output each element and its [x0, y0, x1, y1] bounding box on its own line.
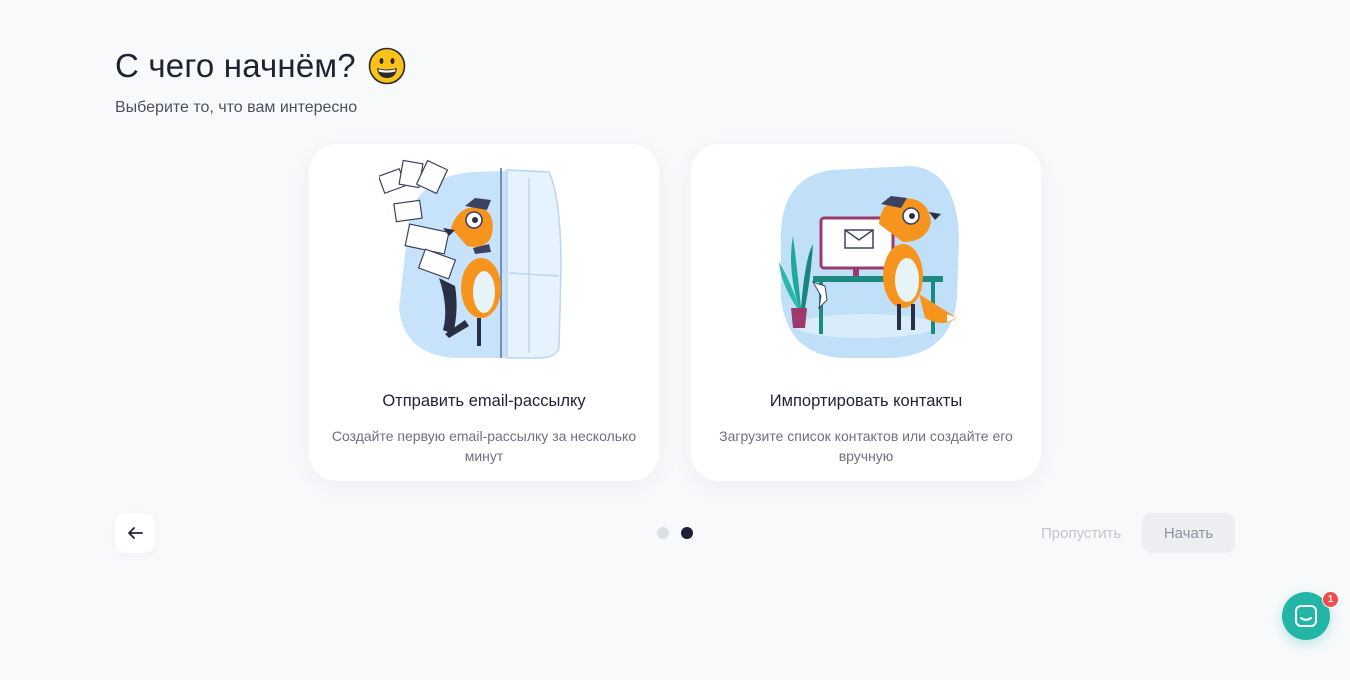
onboarding-page: С чего начнём? Выберите то, что вам инте… [0, 0, 1350, 680]
heading: С чего начнём? [115, 47, 406, 85]
card-description: Создайте первую email-рассылку за нескол… [331, 428, 637, 464]
start-button[interactable]: Начать [1142, 513, 1235, 553]
card-description: Загрузите список контактов или создайте … [719, 428, 1013, 464]
page-subtitle: Выберите то, что вам интересно [115, 99, 358, 116]
fox-at-computer-illustration [779, 166, 959, 359]
step-dot[interactable] [657, 527, 669, 539]
chat-notification-badge: 1 [1322, 591, 1339, 608]
skip-button[interactable]: Пропустить [1041, 525, 1121, 542]
page-title: С чего начнём? [115, 47, 356, 84]
card-title: Отправить email-рассылку [382, 392, 586, 410]
send-email-campaign-card[interactable]: Отправить email-рассылку Создайте первую… [309, 144, 659, 481]
grinning-face-emoji-icon [368, 47, 406, 85]
arrow-left-icon [128, 527, 143, 539]
step-indicator [657, 527, 693, 539]
card-title: Импортировать контакты [769, 392, 963, 410]
back-button[interactable] [115, 513, 155, 553]
import-contacts-card[interactable]: Импортировать контакты Загрузите список … [691, 144, 1041, 481]
step-dot-active[interactable] [681, 527, 693, 539]
chat-bubble-icon [1295, 605, 1317, 627]
fox-sending-letters-illustration [379, 159, 562, 359]
